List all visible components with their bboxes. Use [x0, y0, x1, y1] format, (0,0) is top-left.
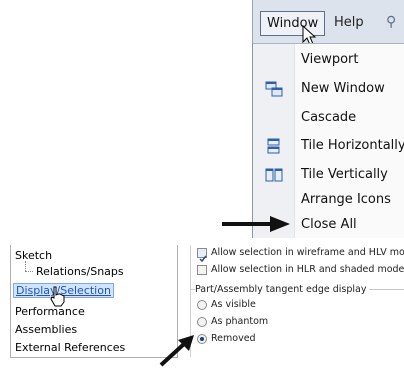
tree-connector — [25, 271, 33, 273]
tree-item-sketch[interactable]: Sketch — [15, 249, 52, 262]
menu-item-tile-horizontally[interactable]: Tile Horizontally — [253, 133, 404, 159]
tangent-edge-group: Part/Assembly tangent edge display As vi… — [191, 284, 404, 358]
menu-item-cascade[interactable]: Cascade — [253, 105, 404, 131]
radio-as-phantom[interactable] — [197, 317, 207, 327]
group-title: Part/Assembly tangent edge display — [195, 284, 370, 295]
menu-help[interactable]: Help — [334, 11, 364, 34]
menu-item-new-window[interactable]: New Window — [253, 76, 404, 102]
radio-as-visible[interactable] — [197, 300, 207, 310]
hand-cursor-icon — [50, 286, 65, 307]
options-tree: Sketch Relations/Snaps Display/Selection… — [10, 245, 178, 358]
tree-item-external-references[interactable]: External References — [15, 341, 125, 354]
menu-item-label: Close All — [301, 217, 357, 232]
menu-item-arrange-icons[interactable]: Arrange Icons — [253, 187, 404, 213]
checkbox-hlr-shaded-label: Allow selection in HLR and shaded modes — [211, 264, 404, 275]
menubar: Window Help ⚲ — [252, 0, 404, 46]
callout-arrow-diagonal-icon — [159, 335, 194, 367]
tree-item-assemblies[interactable]: Assemblies — [15, 323, 77, 336]
menu-item-viewport[interactable]: Viewport — [253, 47, 404, 73]
menu-item-label: Viewport — [301, 52, 359, 67]
menu-item-label: Cascade — [301, 110, 357, 125]
tile-vertically-icon — [265, 168, 283, 182]
checkbox-wireframe-label: Allow selection in wireframe and HLV mod — [211, 247, 404, 258]
menu-item-label: Arrange Icons — [301, 192, 391, 207]
tile-horizontally-icon — [267, 138, 280, 154]
new-window-icon — [265, 81, 283, 97]
menu-item-label: Tile Horizontally — [301, 138, 404, 153]
radio-selected-dot — [200, 337, 204, 341]
callout-arrow-icon — [222, 216, 290, 232]
checkmark-icon — [199, 255, 207, 263]
radio-as-phantom-label: As phantom — [211, 316, 269, 327]
menu-item-tile-vertically[interactable]: Tile Vertically — [253, 162, 404, 188]
tree-connector — [25, 261, 27, 271]
radio-removed-label: Removed — [211, 333, 256, 344]
search-icon[interactable]: ⚲ — [386, 14, 396, 30]
radio-as-visible-label: As visible — [211, 299, 256, 310]
options-content: Allow selection in wireframe and HLV mod… — [190, 245, 404, 357]
radio-removed[interactable] — [197, 334, 207, 344]
menu-item-label: New Window — [301, 81, 385, 96]
window-dropdown-menu: Viewport New Window Cascade Tile Horizon… — [252, 43, 404, 238]
checkbox-hlr-shaded[interactable] — [197, 265, 207, 275]
tree-item-relations-snaps[interactable]: Relations/Snaps — [36, 265, 124, 278]
window-menu-panel: Window Help ⚲ Viewport New Window Cascad… — [252, 0, 404, 238]
menu-item-label: Tile Vertically — [301, 167, 388, 182]
checkbox-wireframe[interactable] — [197, 248, 207, 263]
